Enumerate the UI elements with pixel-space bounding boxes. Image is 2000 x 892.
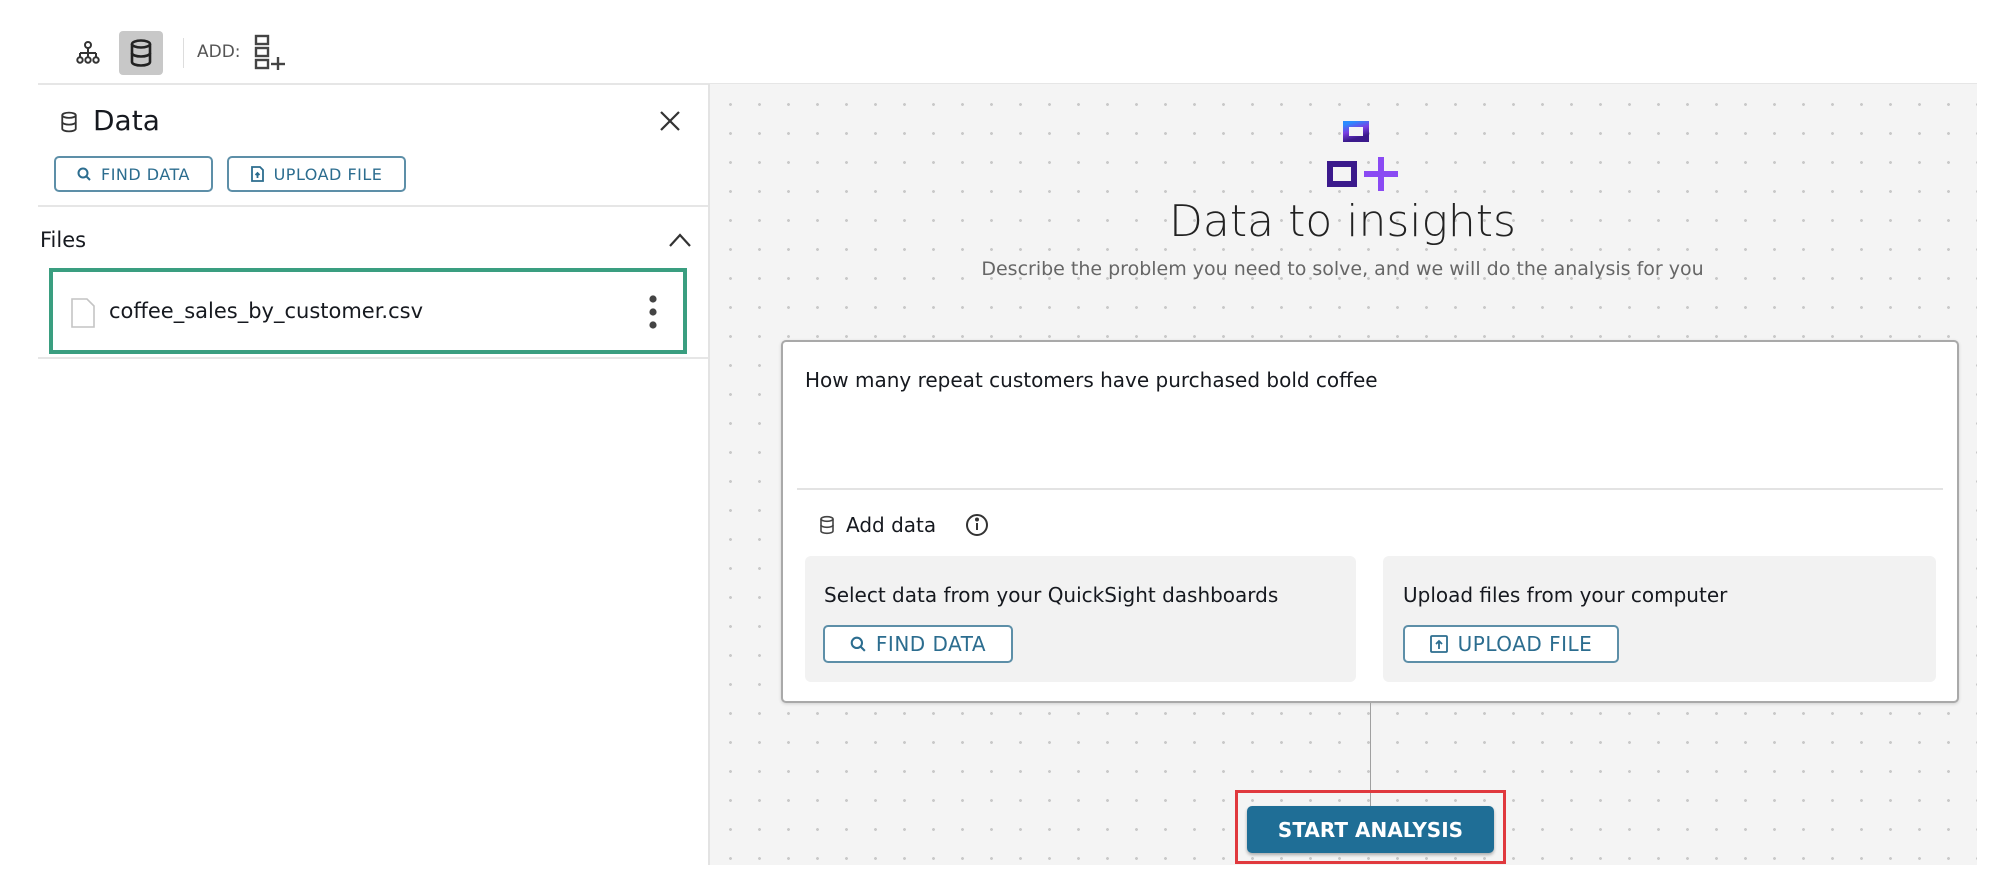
upload-option-panel: Upload files from your computer UPLOAD F… [1383,556,1936,682]
file-item[interactable]: coffee_sales_by_customer.csv [49,268,687,354]
find-data-label: FIND DATA [875,632,987,656]
more-options-icon[interactable] [649,294,657,330]
panel-upload-file-button[interactable]: UPLOAD FILE [227,156,406,192]
find-data-button[interactable]: FIND DATA [823,625,1013,663]
data-panel-database-icon [60,110,78,138]
dashboards-option-text: Select data from your QuickSight dashboa… [824,583,1279,607]
panel-divider [38,205,708,207]
question-card: How many repeat customers have purchased… [781,340,1959,703]
data-panel-title: Data [93,104,160,137]
add-label: ADD: [197,42,241,62]
file-name: coffee_sales_by_customer.csv [109,299,424,323]
close-icon[interactable] [657,108,683,138]
start-analysis-button[interactable]: START ANALYSIS [1247,806,1494,853]
page-subtitle: Describe the problem you need to solve, … [981,258,1704,280]
toolbar-divider [183,38,184,68]
upload-option-text: Upload files from your computer [1403,583,1728,607]
upload-file-label: UPLOAD FILE [1457,632,1593,656]
panel-find-data-label: FIND DATA [100,164,190,184]
files-divider [38,357,708,359]
add-data-database-icon [820,515,834,535]
page-title: Data to insights [1169,196,1516,247]
files-section-label: Files [40,228,87,252]
upload-file-button[interactable]: UPLOAD FILE [1403,625,1619,663]
add-data-label: Add data [846,513,937,537]
search-icon [77,167,91,181]
card-divider [797,488,1943,490]
panel-find-data-button[interactable]: FIND DATA [54,156,213,192]
chevron-up-icon[interactable] [668,232,692,252]
upload-icon [1429,635,1448,653]
hierarchy-icon[interactable] [66,31,110,75]
info-icon[interactable] [965,513,989,537]
dashboards-option-panel: Select data from your QuickSight dashboa… [805,556,1356,682]
add-flow-icon[interactable] [253,34,287,74]
data-to-insights-icon [1326,120,1402,196]
file-upload-icon [250,166,264,182]
file-icon [71,298,95,328]
database-icon[interactable] [119,31,163,75]
panel-upload-file-label: UPLOAD FILE [273,164,383,184]
question-input[interactable]: How many repeat customers have purchased… [805,368,1925,478]
search-icon [850,636,866,652]
